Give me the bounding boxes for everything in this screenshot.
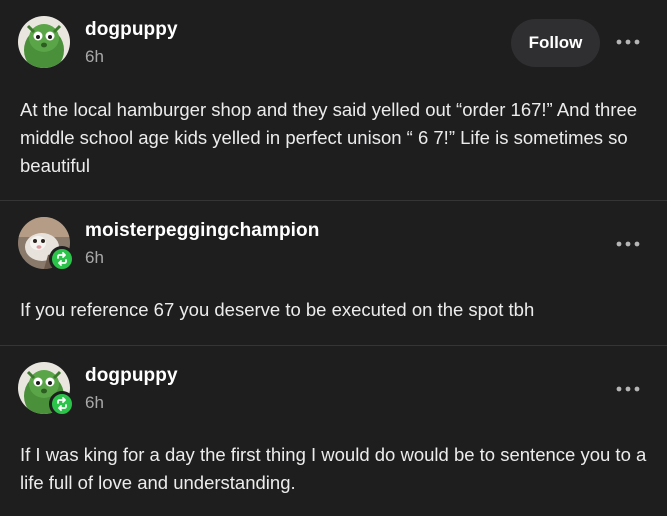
more-options-icon[interactable] [612, 379, 644, 399]
reblog-badge [49, 391, 75, 417]
post-username[interactable]: dogpuppy [85, 19, 178, 41]
post-body-text: At the local hamburger shop and they sai… [20, 99, 638, 176]
post-timestamp[interactable]: 6h [85, 248, 104, 268]
green-cartoon-avatar-icon [18, 16, 70, 68]
more-options-icon[interactable] [612, 234, 644, 254]
reblog-badge [49, 246, 75, 272]
reblog-icon [57, 252, 67, 266]
reblog-icon [57, 397, 67, 411]
post-username[interactable]: moisterpeggingchampion [85, 220, 319, 242]
reblog-thread: dogpuppy 6h Follow At the local hamburge… [0, 0, 667, 516]
avatar-dogpuppy[interactable] [18, 16, 70, 68]
post-body-text: If I was king for a day the first thing … [20, 444, 647, 493]
thread-post-1: dogpuppy 6h Follow At the local hamburge… [0, 0, 667, 200]
post-timestamp[interactable]: 6h [85, 393, 104, 413]
post-body-text: If you reference 67 you deserve to be ex… [20, 299, 535, 320]
post-username[interactable]: dogpuppy [85, 365, 178, 387]
thread-post-2: moisterpeggingchampion 6h If you referen… [0, 200, 667, 345]
follow-button[interactable]: Follow [511, 19, 600, 67]
thread-post-3: dogpuppy 6h If I was king for a day the … [0, 345, 667, 516]
post-timestamp[interactable]: 6h [85, 47, 104, 67]
more-options-icon[interactable] [612, 32, 644, 52]
